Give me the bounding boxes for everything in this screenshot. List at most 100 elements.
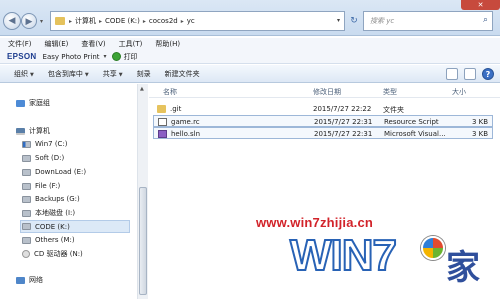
nav-drive-f[interactable]: File (F:)	[22, 182, 60, 190]
file-size: 3 KB	[472, 118, 489, 126]
file-date: 2015/7/27 22:31	[314, 130, 373, 138]
organize-button[interactable]: 组织 ▼	[14, 69, 34, 79]
back-button[interactable]: ◀	[3, 12, 21, 30]
new-folder-button[interactable]: 新建文件夹	[165, 69, 200, 79]
file-name: .git	[170, 105, 182, 113]
windows-flag-icon	[421, 236, 445, 260]
nav-drive-e[interactable]: DownLoad (E:)	[22, 168, 86, 176]
nav-network-label: 网络	[29, 276, 43, 284]
share-button[interactable]: 共享 ▼	[103, 69, 123, 79]
explorer-window: ◀ ▶ ▾ ▸ 计算机 ▸ CODE (K:) ▸ cocos2d ▸ yc ▾…	[0, 0, 500, 299]
file-size: 3 KB	[472, 130, 489, 138]
nav-drive-label: CD 驱动器 (N:)	[34, 250, 83, 258]
file-date: 2015/7/27 22:31	[314, 118, 373, 126]
address-row: ◀ ▶ ▾ ▸ 计算机 ▸ CODE (K:) ▸ cocos2d ▸ yc ▾…	[0, 0, 500, 36]
easy-photo-print-button[interactable]: Easy Photo Print	[43, 53, 100, 61]
drive-icon	[22, 168, 31, 176]
burn-button[interactable]: 刻录	[137, 69, 151, 79]
nav-drive-i[interactable]: 本地磁盘 (I:)	[22, 208, 75, 218]
forward-button[interactable]: ▶	[21, 13, 37, 29]
file-type: Resource Script	[384, 118, 439, 126]
nav-drive-c[interactable]: Win7 (C:)	[22, 140, 68, 148]
close-button[interactable]: ✕	[461, 0, 500, 10]
breadcrumb-code-drive[interactable]: CODE (K:)	[105, 17, 140, 25]
drive-icon	[22, 223, 31, 230]
breadcrumb-arrow-icon[interactable]: ▸	[99, 18, 102, 25]
nav-computer[interactable]: 计算机	[16, 126, 50, 136]
nav-scrollbar[interactable]: ▲	[137, 84, 148, 299]
back-arrow-icon: ◀	[8, 16, 16, 26]
chevron-down-icon: ▼	[84, 71, 89, 78]
preview-pane-icon[interactable]	[464, 68, 476, 80]
file-row-game-rc[interactable]: game.rc 2015/7/27 22:31 Resource Script …	[153, 115, 493, 127]
drive-icon	[22, 140, 31, 148]
print-icon[interactable]	[111, 52, 121, 61]
search-placeholder: 搜索 yc	[370, 17, 395, 25]
drive-icon	[22, 236, 31, 244]
drive-icon	[22, 154, 31, 162]
nav-drive-label: 本地磁盘 (I:)	[35, 209, 76, 217]
breadcrumb-yc[interactable]: yc	[187, 17, 195, 25]
file-type: Microsoft Visual...	[384, 130, 446, 138]
drive-icon	[22, 182, 31, 190]
scrollbar-thumb[interactable]	[139, 187, 147, 295]
column-size[interactable]: 大小	[452, 87, 466, 97]
nav-drive-g[interactable]: Backups (G:)	[22, 195, 80, 203]
column-date[interactable]: 修改日期	[313, 87, 341, 97]
nav-drive-k[interactable]: CODE (K:)	[20, 220, 130, 233]
help-icon[interactable]: ?	[482, 68, 494, 80]
nav-drive-label: File (F:)	[35, 182, 61, 190]
chevron-down-icon: ▼	[118, 71, 123, 78]
recent-pages-dropdown-icon[interactable]: ▾	[40, 18, 43, 25]
breadcrumb-arrow-icon[interactable]: ▸	[143, 18, 146, 25]
nav-drive-label: Soft (D:)	[35, 154, 65, 162]
computer-icon	[16, 127, 25, 135]
menu-file[interactable]: 文件(F)	[0, 38, 37, 50]
nav-drive-label: Win7 (C:)	[35, 140, 68, 148]
column-type[interactable]: 类型	[383, 87, 397, 97]
print-button[interactable]: 打印	[124, 52, 138, 62]
navigation-pane: 家庭组 计算机 Win7 (C:) Soft (D:) DownLoad (E:…	[0, 84, 148, 299]
breadcrumb-arrow-icon[interactable]: ▸	[181, 18, 184, 25]
scroll-up-icon[interactable]: ▲	[140, 86, 144, 92]
homegroup-icon	[16, 99, 25, 107]
address-dropdown-icon[interactable]: ▾	[337, 17, 340, 24]
include-in-library-button[interactable]: 包含到库中 ▼	[48, 69, 89, 79]
refresh-icon[interactable]: ↻	[347, 11, 361, 31]
file-name: hello.sln	[171, 130, 201, 138]
column-name[interactable]: 名称	[163, 87, 177, 97]
nav-homegroup[interactable]: 家庭组	[16, 98, 50, 108]
nav-computer-label: 计算机	[29, 127, 50, 135]
chevron-down-icon: ▼	[30, 71, 34, 78]
nav-network[interactable]: 网络	[16, 275, 43, 285]
address-bar[interactable]: ▸ 计算机 ▸ CODE (K:) ▸ cocos2d ▸ yc ▾	[50, 11, 345, 31]
nav-drive-n[interactable]: CD 驱动器 (N:)	[22, 249, 83, 259]
include-in-library-label: 包含到库中	[47, 69, 83, 78]
menu-tools[interactable]: 工具(T)	[111, 38, 148, 50]
search-icon: ⌕	[482, 15, 488, 25]
nav-drive-d[interactable]: Soft (D:)	[22, 154, 64, 162]
epson-logo: EPSON	[7, 52, 37, 61]
nav-drive-label: CODE (K:)	[35, 222, 70, 231]
chevron-down-icon[interactable]: ▾	[104, 53, 107, 60]
menu-edit[interactable]: 编辑(E)	[37, 38, 74, 50]
view-tools: ?	[440, 68, 494, 80]
file-row-git[interactable]: .git 2015/7/27 22:22 文件夹	[153, 103, 493, 115]
change-view-icon[interactable]	[446, 68, 458, 80]
breadcrumb-cocos2d[interactable]: cocos2d	[149, 17, 178, 25]
cd-drive-icon	[22, 250, 30, 258]
file-row-hello-sln[interactable]: hello.sln 2015/7/27 22:31 Microsoft Visu…	[153, 127, 493, 139]
nav-drive-m[interactable]: Others (M:)	[22, 236, 75, 244]
folder-icon	[55, 17, 65, 25]
menu-help[interactable]: 帮助(H)	[147, 38, 185, 50]
forward-arrow-icon: ▶	[25, 17, 33, 27]
watermark-url: www.win7zhijia.cn	[256, 215, 374, 230]
breadcrumb-arrow-icon[interactable]: ▸	[69, 18, 72, 25]
drive-icon	[22, 209, 31, 217]
column-header: 名称 修改日期 类型 大小	[149, 84, 500, 98]
menu-bar: 文件(F) 编辑(E) 查看(V) 工具(T) 帮助(H)	[0, 38, 500, 50]
search-input[interactable]: 搜索 yc ⌕	[363, 11, 493, 31]
file-type: 文件夹	[383, 106, 404, 114]
breadcrumb-computer[interactable]: 计算机	[75, 16, 96, 26]
menu-view[interactable]: 查看(V)	[73, 38, 110, 50]
